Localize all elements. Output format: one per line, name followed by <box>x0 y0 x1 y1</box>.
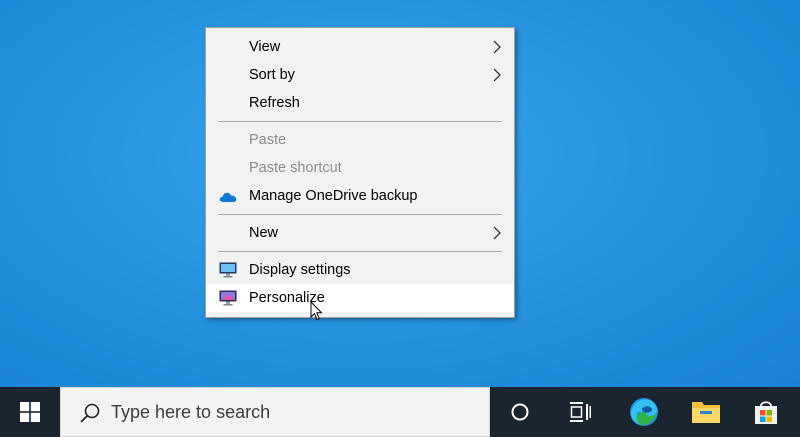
file-explorer-icon <box>692 402 720 423</box>
microsoft-store-taskbar-button[interactable] <box>741 387 791 437</box>
task-view-button[interactable] <box>555 387 605 437</box>
menu-item-label: Paste <box>249 132 287 148</box>
taskbar-search-box[interactable]: Type here to search <box>60 387 490 437</box>
menu-separator <box>218 121 502 122</box>
task-view-icon <box>570 402 591 422</box>
menu-separator <box>218 214 502 215</box>
menu-separator <box>218 251 502 252</box>
menu-item-label: Sort by <box>249 67 295 83</box>
menu-item-label: Refresh <box>249 95 300 111</box>
desktop-context-menu: View Sort by Refresh Paste Paste shortcu… <box>205 27 515 318</box>
cortana-icon <box>511 403 529 421</box>
display-monitor-icon <box>219 262 237 278</box>
menu-item-label: Display settings <box>249 262 351 278</box>
menu-item-label: Manage OneDrive backup <box>249 188 418 204</box>
chevron-right-icon <box>493 226 501 240</box>
search-placeholder: Type here to search <box>111 402 271 422</box>
menu-item-paste: Paste <box>207 126 513 154</box>
menu-item-refresh[interactable]: Refresh <box>207 89 513 117</box>
menu-item-label: New <box>249 225 279 241</box>
menu-item-view[interactable]: View <box>207 33 513 61</box>
menu-item-sort-by[interactable]: Sort by <box>207 61 513 89</box>
taskbar: Type here to search <box>0 387 800 437</box>
file-explorer-taskbar-button[interactable] <box>681 387 731 437</box>
personalize-monitor-icon <box>219 290 237 306</box>
onedrive-cloud-icon <box>219 192 237 202</box>
start-button[interactable] <box>0 387 60 437</box>
windows-start-icon <box>20 402 40 422</box>
menu-item-manage-onedrive-backup[interactable]: Manage OneDrive backup <box>207 182 513 210</box>
menu-item-label: View <box>249 39 281 55</box>
menu-item-label: Paste shortcut <box>249 160 342 176</box>
microsoft-store-icon <box>755 401 777 424</box>
menu-item-paste-shortcut: Paste shortcut <box>207 154 513 182</box>
chevron-right-icon <box>493 40 501 54</box>
edge-icon <box>630 398 658 426</box>
menu-item-new[interactable]: New <box>207 219 513 247</box>
search-icon <box>80 403 100 423</box>
chevron-right-icon <box>493 68 501 82</box>
menu-item-personalize[interactable]: Personalize <box>207 284 513 312</box>
menu-item-label: Personalize <box>249 290 325 306</box>
cortana-button[interactable] <box>495 387 545 437</box>
menu-item-display-settings[interactable]: Display settings <box>207 256 513 284</box>
edge-taskbar-button[interactable] <box>619 387 669 437</box>
